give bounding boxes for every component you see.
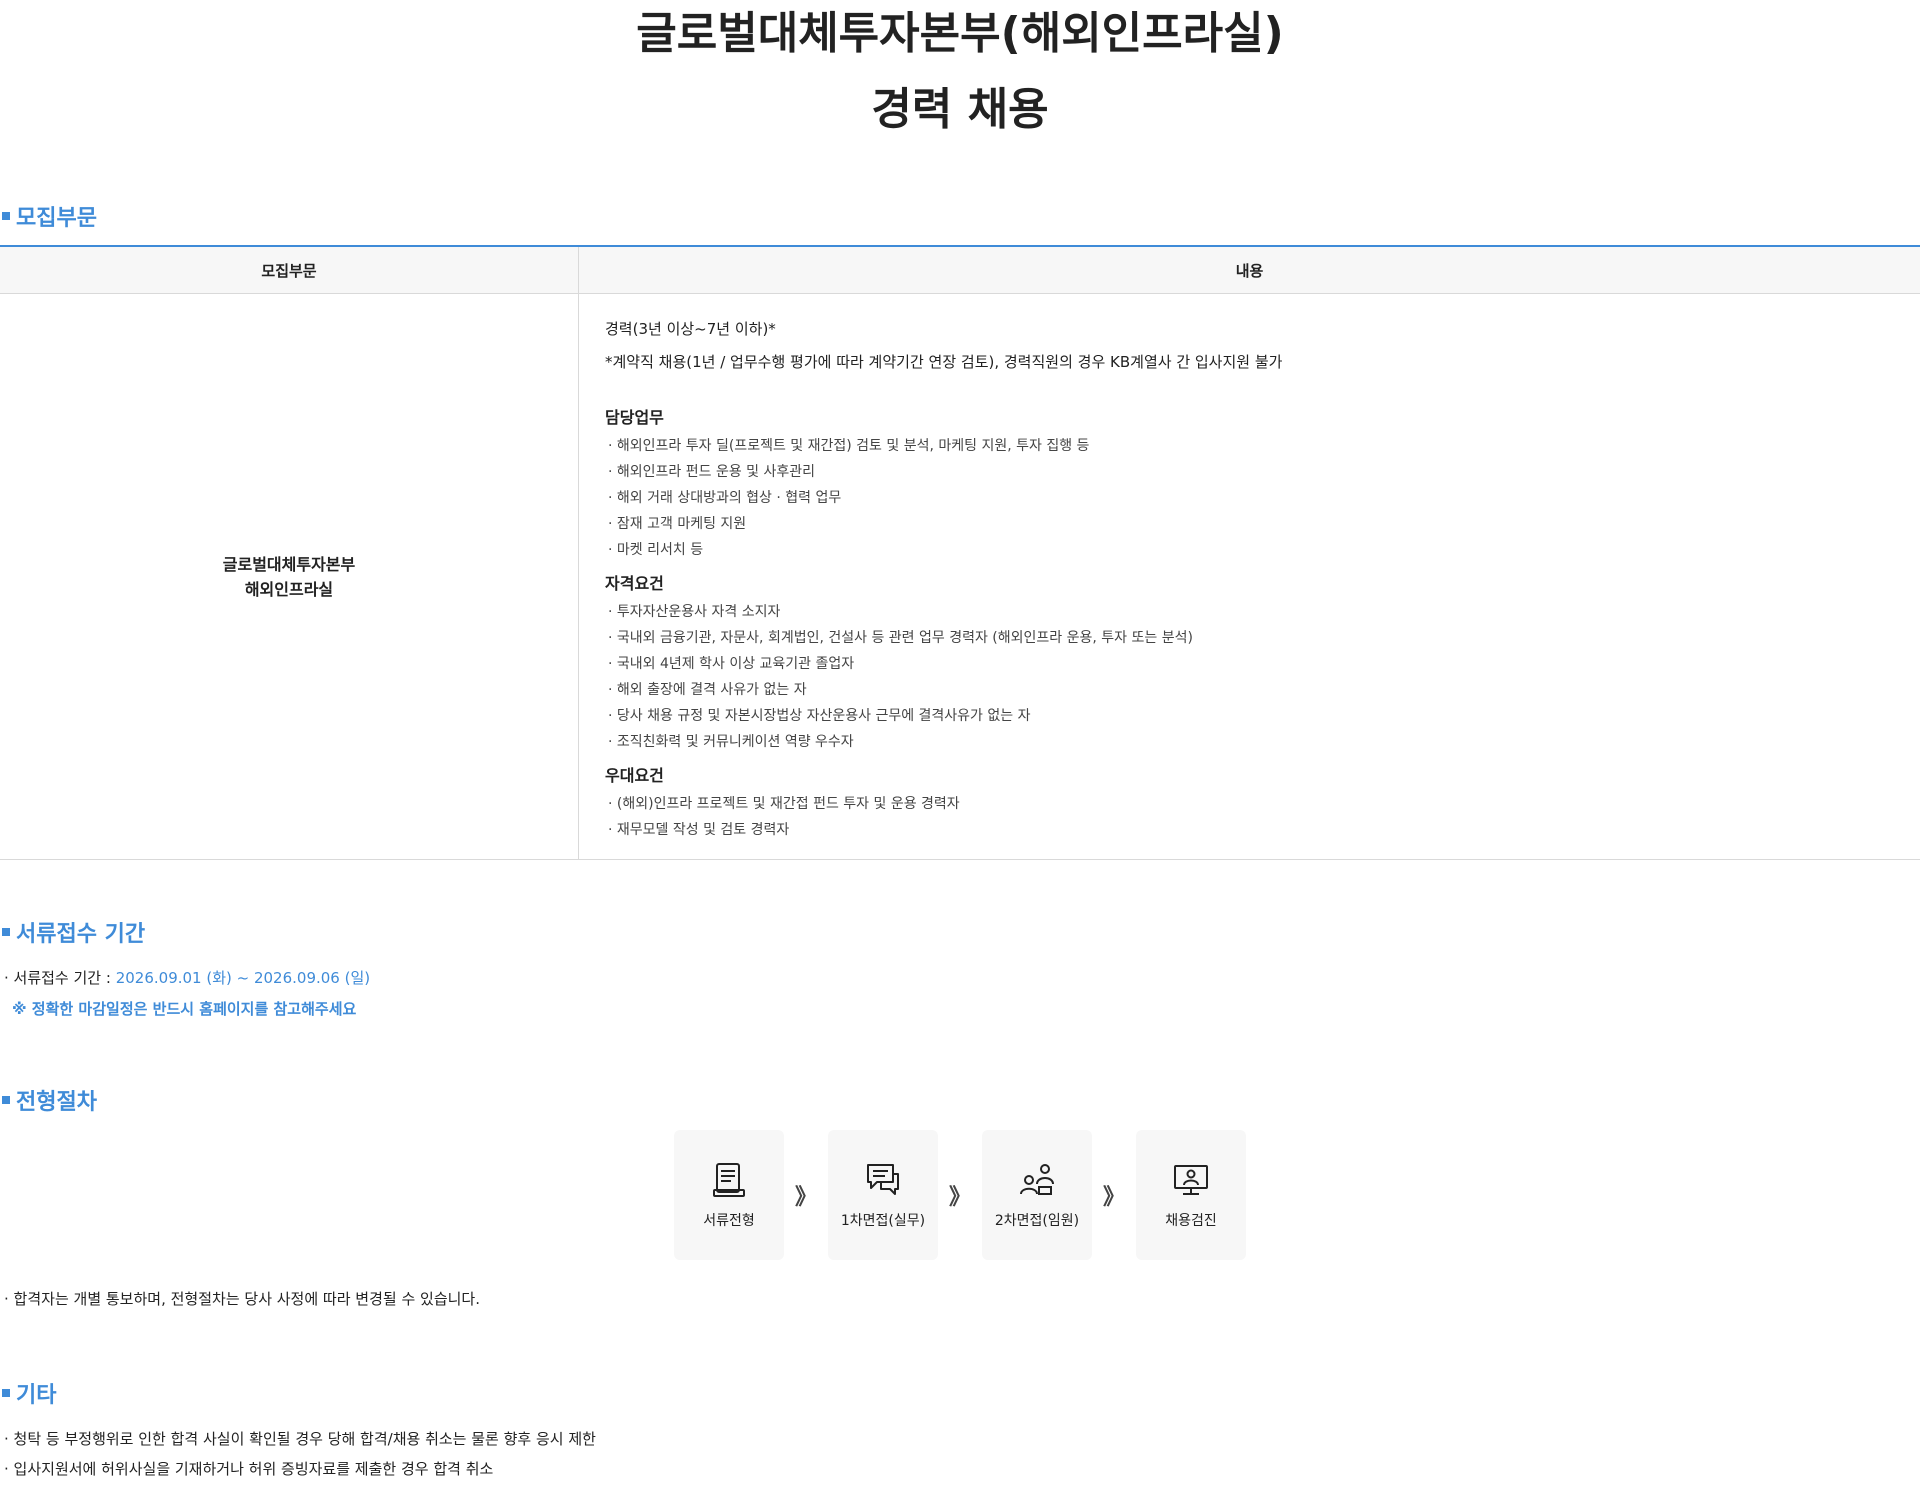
- table-row: 글로벌대체투자본부 해외인프라실 경력(3년 이상~7년 이하)* *계약직 채…: [0, 293, 1920, 860]
- dept-name: 글로벌대체투자본부: [222, 554, 356, 574]
- contract-note: *계약직 채용(1년 / 업무수행 평가에 따라 계약기간 연장 검토), 경력…: [605, 353, 1283, 371]
- list-item: 해외인프라 투자 딜(프로젝트 및 재간접) 검토 및 분석, 마케팅 지원, …: [605, 433, 1919, 459]
- step-label: 1차면접(실무): [840, 1213, 926, 1229]
- step-arrow-icon: 》: [1102, 1185, 1125, 1210]
- col-header-dept: 모집부문: [0, 246, 579, 294]
- section-heading-etc: 기타: [0, 1377, 56, 1409]
- pref-list: (해외)인프라 프로젝트 및 재간접 펀드 투자 및 운용 경력자 재무모델 작…: [605, 791, 1919, 843]
- table-header-row: 모집부문 내용: [0, 246, 1920, 294]
- period-line: · 서류접수 기간 : 2026.09.01 (화) ~ 2026.09.06 …: [4, 963, 370, 993]
- bullet-square-icon: [2, 1096, 10, 1104]
- recruit-table: 모집부문 내용 글로벌대체투자본부 해외인프라실 경력(3년 이상~7년 이하)…: [0, 245, 1920, 860]
- duties-list: 해외인프라 투자 딜(프로젝트 및 재간접) 검토 및 분석, 마케팅 지원, …: [605, 433, 1919, 563]
- chat-icon: [867, 1164, 899, 1195]
- page-title: 글로벌대체투자본부(해외인프라실): [636, 8, 1284, 59]
- page: 글로벌대체투자본부(해외인프라실) 경력 채용 모집부문 모집부문 내용 글로벌…: [0, 0, 1920, 1503]
- step-second-interview: 2차면접(임원): [982, 1130, 1092, 1260]
- bullet-square-icon: [2, 928, 10, 936]
- step-label: 서류전형: [703, 1213, 755, 1229]
- monitor-person-icon: [1174, 1165, 1208, 1195]
- process-steps: 서류전형 》 1차면접(실무) 》 2차면접(임원) 》 채용검진: [674, 1130, 1246, 1260]
- list-item: 국내외 금융기관, 자문사, 회계법인, 건설사 등 관련 업무 경력자 (해외…: [605, 625, 1919, 651]
- section-heading-label: 서류접수 기간: [16, 922, 146, 947]
- document-icon: [713, 1163, 745, 1197]
- list-item: 해외 출장에 결격 사유가 없는 자: [605, 677, 1919, 703]
- section-heading-label: 모집부문: [16, 206, 97, 231]
- dept-team: 해외인프라실: [244, 579, 334, 599]
- list-item: 투자자산운용사 자격 소지자: [605, 599, 1919, 625]
- process-note: 합격자는 개별 통보하며, 전형절차는 당사 사정에 따라 변경될 수 있습니다…: [4, 1284, 480, 1314]
- col-header-content: 내용: [578, 246, 1920, 294]
- etc-item: 입사지원서에 허위사실을 기재하거나 허위 증빙자료를 제출한 경우 합격 취소: [4, 1454, 494, 1484]
- section-heading-label: 전형절차: [16, 1090, 97, 1115]
- list-item: 마켓 리서치 등: [605, 537, 1919, 563]
- page-subtitle: 경력 채용: [871, 84, 1049, 135]
- list-item: 당사 채용 규정 및 자본시장법상 자산운용사 근무에 결격사유가 없는 자: [605, 703, 1919, 729]
- qual-title: 자격요건: [605, 574, 664, 593]
- deadline-note: ※ 정확한 마감일정은 반드시 홈페이지를 참고해주세요: [12, 1000, 357, 1018]
- period-label: · 서류접수 기간 :: [4, 969, 116, 987]
- step-first-interview: 1차면접(실무): [828, 1130, 938, 1260]
- content-cell: 경력(3년 이상~7년 이하)* *계약직 채용(1년 / 업무수행 평가에 따…: [578, 293, 1920, 860]
- list-item: 잠재 고객 마케팅 지원: [605, 511, 1919, 537]
- duties-title: 담당업무: [605, 408, 664, 427]
- section-heading-recruit: 모집부문: [0, 200, 97, 232]
- step-label: 채용검진: [1165, 1213, 1217, 1229]
- step-arrow-icon: 》: [794, 1185, 817, 1210]
- etc-item: 청탁 등 부정행위로 인한 합격 사실이 확인될 경우 당해 합격/채용 취소는…: [4, 1424, 596, 1454]
- bullet-square-icon: [2, 1389, 10, 1397]
- people-icon: [1020, 1164, 1054, 1195]
- list-item: 해외 거래 상대방과의 협상 · 협력 업무: [605, 485, 1919, 511]
- list-item: (해외)인프라 프로젝트 및 재간접 펀드 투자 및 운용 경력자: [605, 791, 1919, 817]
- qual-list: 투자자산운용사 자격 소지자 국내외 금융기관, 자문사, 회계법인, 건설사 …: [605, 599, 1919, 755]
- section-heading-process: 전형절차: [0, 1084, 97, 1116]
- list-item: 재무모델 작성 및 검토 경력자: [605, 817, 1919, 843]
- period-date: 2026.09.01 (화) ~ 2026.09.06 (일): [115, 969, 371, 987]
- step-health-check: 채용검진: [1136, 1130, 1246, 1260]
- section-heading-label: 기타: [16, 1383, 57, 1408]
- step-arrow-icon: 》: [948, 1185, 971, 1210]
- dept-cell: 글로벌대체투자본부 해외인프라실: [0, 293, 579, 860]
- list-item: 해외인프라 펀드 운용 및 사후관리: [605, 459, 1919, 485]
- step-label: 2차면접(임원): [994, 1213, 1080, 1229]
- career-requirement: 경력(3년 이상~7년 이하)*: [605, 320, 776, 338]
- bullet-square-icon: [2, 212, 10, 220]
- section-heading-period: 서류접수 기간: [0, 916, 145, 948]
- pref-title: 우대요건: [605, 766, 664, 785]
- list-item: 조직친화력 및 커뮤니케이션 역량 우수자: [605, 729, 1919, 755]
- list-item: 국내외 4년제 학사 이상 교육기관 졸업자: [605, 651, 1919, 677]
- step-document-screening: 서류전형: [674, 1130, 784, 1260]
